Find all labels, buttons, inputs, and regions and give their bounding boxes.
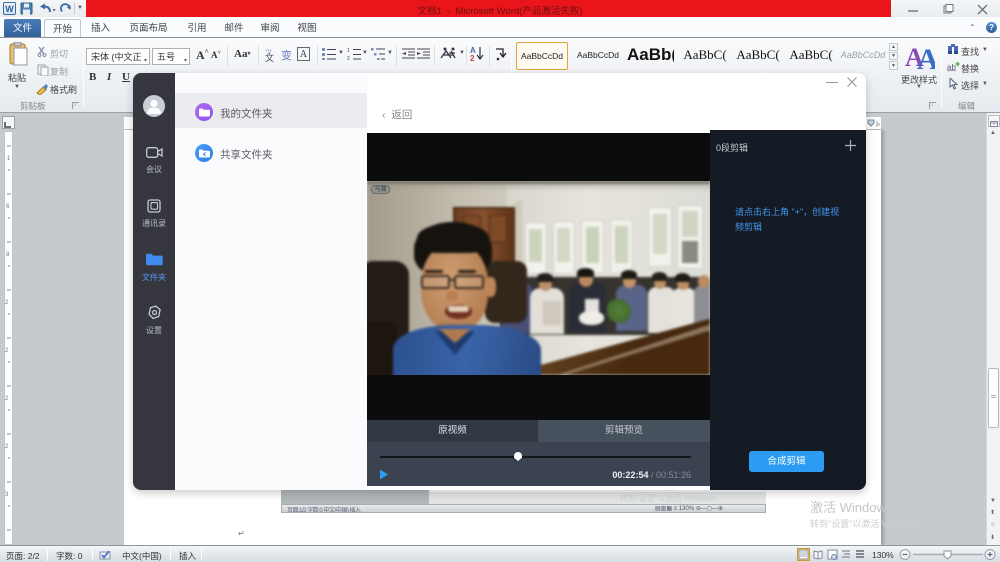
svg-text:1: 1 [7, 156, 11, 162]
svg-text:2: 2 [347, 56, 350, 60]
svg-text:2: 2 [5, 348, 9, 354]
svg-text:文: 文 [265, 52, 274, 62]
svg-text:A: A [917, 43, 935, 69]
svg-text:2: 2 [470, 54, 475, 62]
svg-text:6: 6 [6, 204, 10, 210]
svg-text:变: 变 [281, 48, 292, 62]
svg-text:1: 1 [347, 48, 350, 54]
svg-text:2: 2 [5, 300, 9, 306]
svg-text:8: 8 [6, 252, 10, 258]
svg-text:3: 3 [5, 492, 9, 498]
svg-text:2: 2 [5, 396, 9, 402]
svg-text:2: 2 [5, 444, 9, 450]
